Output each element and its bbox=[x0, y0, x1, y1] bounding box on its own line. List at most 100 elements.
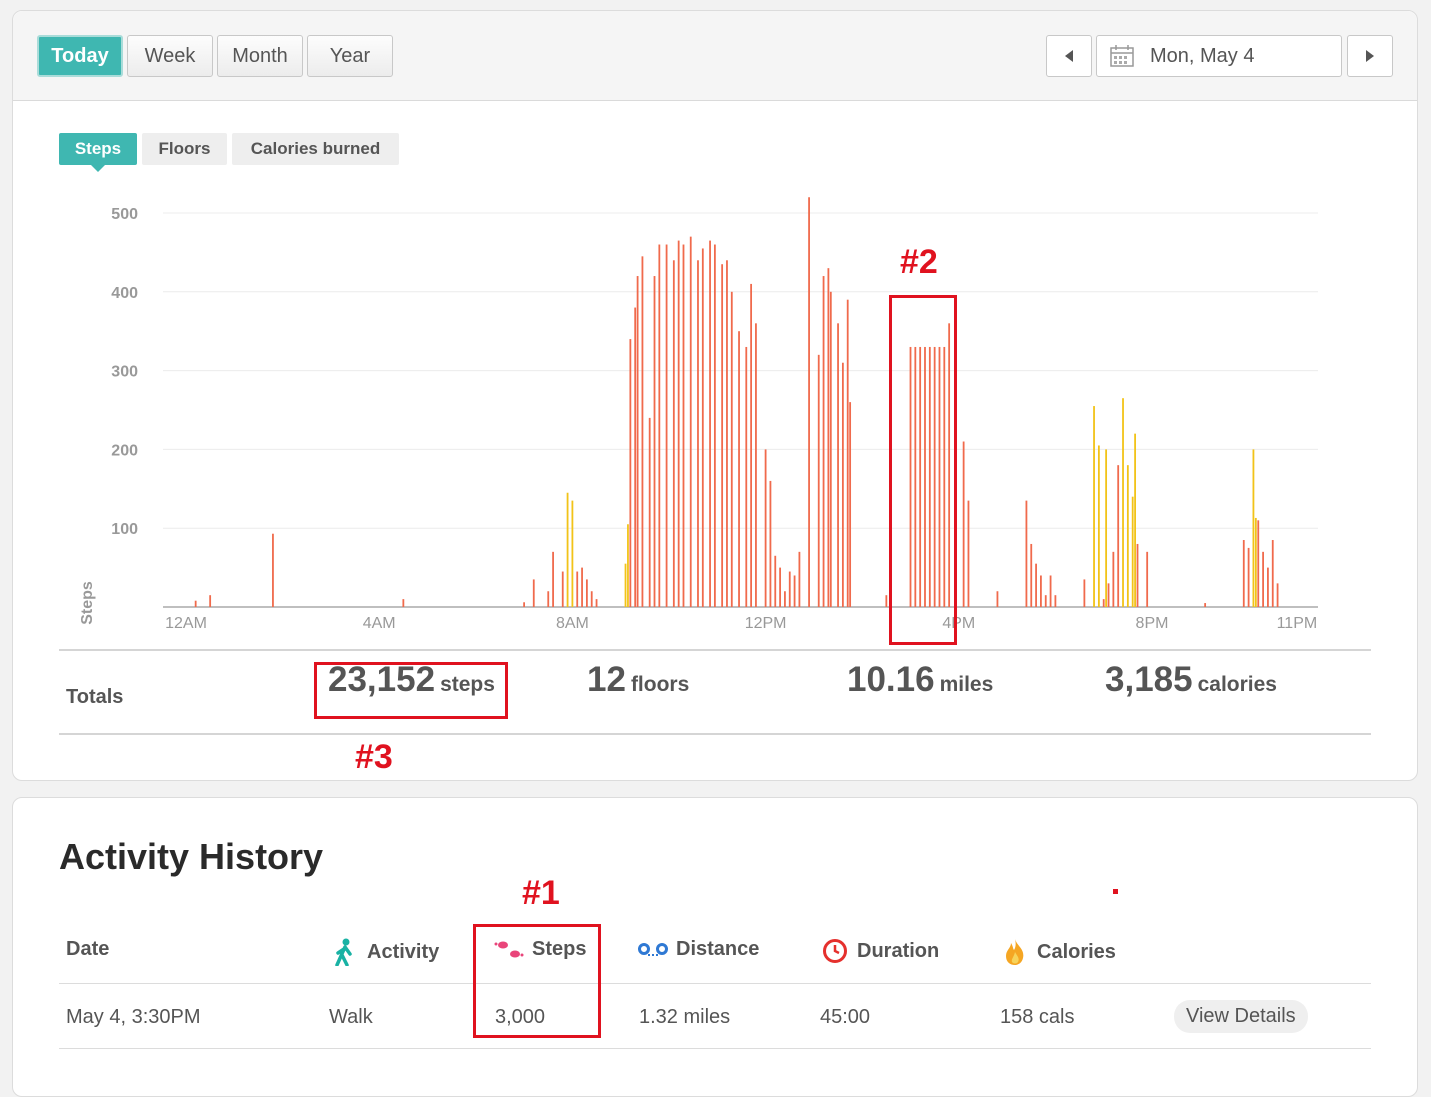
table-row-divider bbox=[59, 1048, 1371, 1049]
step-bar bbox=[595, 599, 598, 607]
tab-steps[interactable]: Steps bbox=[59, 133, 137, 172]
step-bar bbox=[779, 567, 781, 607]
total-steps: 23,152 steps bbox=[328, 660, 495, 700]
step-bar bbox=[755, 323, 757, 607]
step-bar bbox=[590, 591, 593, 607]
total-distance-value: 10.16 bbox=[847, 660, 935, 699]
year-button[interactable]: Year bbox=[307, 35, 393, 77]
step-bar bbox=[841, 362, 844, 607]
y-tick-label: 500 bbox=[111, 206, 138, 223]
step-bar bbox=[849, 402, 852, 607]
month-button[interactable]: Month bbox=[217, 35, 303, 77]
tab-calories-burned[interactable]: Calories burned bbox=[232, 133, 399, 165]
step-bar bbox=[1030, 543, 1033, 607]
step-bar bbox=[1126, 465, 1129, 607]
step-bar bbox=[209, 595, 212, 607]
step-bar bbox=[822, 276, 825, 607]
date-label: Mon, May 4 bbox=[1150, 44, 1255, 67]
step-bar bbox=[689, 236, 692, 607]
column-activity: Activity bbox=[333, 938, 439, 966]
step-bar bbox=[1136, 543, 1139, 607]
total-floors-value: 12 bbox=[587, 660, 626, 699]
step-bar bbox=[730, 291, 733, 607]
step-bar bbox=[713, 244, 716, 607]
row-activity: Walk bbox=[329, 1006, 373, 1028]
step-bar bbox=[962, 441, 965, 607]
step-bar bbox=[1134, 433, 1136, 607]
totals-top-divider bbox=[59, 649, 1371, 651]
x-tick-label: 12PM bbox=[745, 615, 787, 632]
row-calories: 158 cals bbox=[1000, 1006, 1075, 1028]
step-bar bbox=[750, 283, 753, 607]
tab-floors[interactable]: Floors bbox=[142, 133, 227, 165]
column-distance: Distance bbox=[638, 938, 759, 961]
total-distance: 10.16 miles bbox=[847, 660, 993, 700]
step-bar bbox=[1276, 583, 1279, 607]
row-date: May 4, 3:30PM bbox=[66, 1006, 201, 1028]
step-bar bbox=[1025, 500, 1028, 607]
step-bar bbox=[996, 591, 999, 607]
step-bar bbox=[1105, 449, 1108, 607]
next-day-button[interactable] bbox=[1347, 35, 1393, 77]
column-activity-label: Activity bbox=[367, 940, 440, 963]
step-bar bbox=[552, 551, 554, 607]
step-bar bbox=[634, 307, 637, 607]
step-bar bbox=[914, 346, 917, 607]
step-bar bbox=[1262, 551, 1264, 607]
step-bar bbox=[829, 291, 832, 607]
column-calories: Calories bbox=[1003, 938, 1116, 966]
step-bar bbox=[1083, 579, 1086, 607]
x-tick-label: 12AM bbox=[165, 615, 207, 632]
step-bar bbox=[764, 449, 767, 607]
step-bar bbox=[788, 571, 791, 607]
column-steps: Steps bbox=[494, 938, 586, 961]
annotation-marker-1: #1 bbox=[522, 874, 560, 912]
step-bar bbox=[967, 500, 970, 607]
step-bar bbox=[1146, 551, 1149, 607]
previous-day-button[interactable] bbox=[1046, 35, 1092, 77]
row-steps: 3,000 bbox=[495, 1006, 546, 1028]
step-bar bbox=[566, 492, 569, 607]
step-bar bbox=[627, 524, 629, 607]
activity-history-title: Activity History bbox=[59, 836, 324, 877]
step-bar bbox=[272, 533, 274, 607]
column-distance-label: Distance bbox=[676, 938, 760, 960]
x-tick-label: 8PM bbox=[1136, 615, 1169, 632]
step-bar bbox=[948, 323, 951, 607]
date-range-toolbar: Today Week Month Year Mon, May 4 bbox=[13, 11, 1417, 101]
step-bar bbox=[585, 579, 588, 607]
step-bar bbox=[658, 244, 661, 607]
annotation-dot bbox=[1113, 889, 1118, 894]
total-calories-value: 3,185 bbox=[1105, 660, 1193, 699]
step-bar bbox=[194, 600, 197, 607]
step-bar bbox=[1267, 567, 1269, 607]
today-button[interactable]: Today bbox=[37, 35, 123, 77]
step-bar bbox=[745, 346, 748, 607]
step-bar bbox=[721, 264, 724, 607]
step-bar bbox=[943, 346, 946, 607]
step-bar bbox=[738, 331, 740, 607]
step-bar bbox=[784, 591, 786, 607]
step-bar bbox=[636, 276, 639, 607]
view-details-button[interactable]: View Details bbox=[1174, 1000, 1308, 1033]
step-bar bbox=[648, 417, 651, 607]
step-bar bbox=[808, 197, 810, 608]
step-bar bbox=[1044, 595, 1047, 607]
y-axis-title: Steps bbox=[79, 581, 96, 625]
step-bar bbox=[677, 240, 680, 607]
step-bar bbox=[798, 551, 801, 607]
y-tick-label: 200 bbox=[111, 442, 138, 459]
step-bar bbox=[1117, 465, 1120, 607]
week-button[interactable]: Week bbox=[127, 35, 213, 77]
row-distance: 1.32 miles bbox=[639, 1006, 731, 1028]
step-bar bbox=[1271, 540, 1274, 607]
step-bar bbox=[1102, 599, 1105, 607]
clock-icon bbox=[823, 939, 847, 963]
date-picker[interactable]: Mon, May 4 bbox=[1096, 35, 1342, 77]
y-tick-label: 100 bbox=[111, 521, 138, 538]
step-bar bbox=[665, 244, 668, 607]
step-bar bbox=[1131, 496, 1134, 607]
step-bar bbox=[1257, 520, 1260, 607]
distance-icon bbox=[638, 942, 668, 956]
totals-label: Totals bbox=[66, 686, 124, 708]
